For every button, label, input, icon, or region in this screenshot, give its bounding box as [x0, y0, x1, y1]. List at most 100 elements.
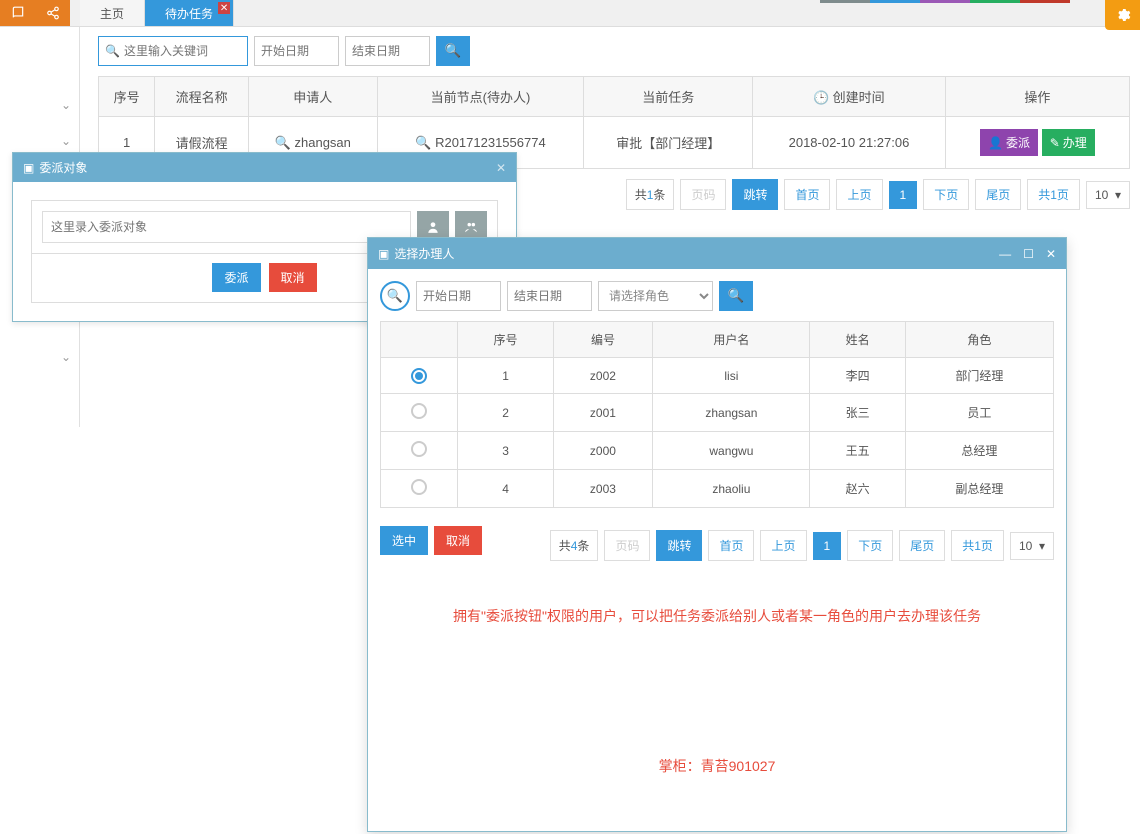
table-row[interactable]: 3z000wangwu王五总经理 [381, 432, 1054, 470]
page-size-select[interactable]: 10 ▾ [1010, 532, 1054, 560]
maximize-button[interactable]: ☐ [1023, 247, 1034, 261]
cell-username-link[interactable]: zhangsan [653, 394, 810, 432]
page-pages: 共1页 [1027, 179, 1080, 210]
table-row[interactable]: 4z003zhaoliu赵六副总经理 [381, 470, 1054, 508]
col-task: 当前任务 [584, 77, 753, 117]
page-pages: 共1页 [951, 530, 1004, 561]
col-created: 🕒创建时间 [753, 77, 946, 117]
select-confirm-button[interactable]: 选中 [380, 526, 428, 555]
search-icon: 🔍 [105, 44, 120, 58]
gear-icon [1115, 7, 1131, 23]
col-name: 流程名称 [155, 77, 249, 117]
delegate-cancel-button[interactable]: 取消 [269, 263, 317, 292]
cell-seq: 1 [458, 358, 553, 394]
cell-name: 张三 [810, 394, 905, 432]
col-role: 角色 [905, 322, 1053, 358]
col-radio [381, 322, 458, 358]
share-button[interactable] [35, 0, 70, 26]
role-select[interactable]: 请选择角色 [598, 281, 713, 311]
search-toggle-button[interactable]: 🔍 [380, 281, 410, 311]
window-icon: ▣ [378, 247, 389, 261]
window-icon: ▣ [23, 161, 34, 175]
page-total: 共1条 [626, 179, 675, 210]
minimize-button[interactable]: — [999, 247, 1011, 261]
clock-icon: 🕒 [813, 90, 829, 105]
delegate-confirm-button[interactable]: 委派 [212, 263, 260, 292]
handler-start-date[interactable] [416, 281, 501, 311]
share-icon [46, 6, 60, 20]
tab-tasks-label: 待办任务 [165, 5, 213, 22]
book-button[interactable] [0, 0, 35, 26]
user-radio[interactable] [411, 479, 427, 495]
col-applicant: 申请人 [248, 77, 377, 117]
user-table: 序号 编号 用户名 姓名 角色 1z002lisi李四部门经理2z001zhan… [380, 321, 1054, 508]
handler-search-row: 🔍 请选择角色 🔍 [380, 281, 1054, 311]
chevron-down-icon: ⌄ [61, 134, 71, 148]
delegate-button[interactable]: 👤委派 [980, 129, 1038, 156]
page-size-select[interactable]: 10 ▾ [1086, 181, 1130, 209]
page-jump[interactable]: 跳转 [732, 179, 778, 210]
cell-username-link[interactable]: wangwu [653, 432, 810, 470]
select-cancel-button[interactable]: 取消 [434, 526, 482, 555]
start-date-input[interactable] [254, 36, 339, 66]
tab-close-button[interactable]: ✕ [218, 2, 230, 14]
user-radio[interactable] [411, 368, 427, 384]
user-radio[interactable] [411, 403, 427, 419]
select-handler-title: 选择办理人 [394, 245, 454, 262]
col-ops: 操作 [945, 77, 1129, 117]
top-color-strip [820, 0, 1070, 3]
handler-end-date[interactable] [507, 281, 592, 311]
page-prev[interactable]: 上页 [836, 179, 882, 210]
page-num-input[interactable]: 页码 [604, 530, 650, 561]
keyword-input[interactable] [124, 44, 241, 58]
delegate-target-input[interactable] [42, 211, 411, 243]
chevron-down-icon: ⌄ [61, 350, 71, 364]
page-current[interactable]: 1 [889, 181, 918, 209]
close-button[interactable]: ✕ [496, 161, 506, 175]
table-row[interactable]: 1z002lisi李四部门经理 [381, 358, 1054, 394]
cell-role: 员工 [905, 394, 1053, 432]
col-code: 编号 [553, 322, 653, 358]
sidebar-item-1[interactable]: ⌄ [0, 87, 79, 123]
cell-username-link[interactable]: lisi [653, 358, 810, 394]
cell-ops: 👤委派 ✎办理 [945, 117, 1129, 169]
user-icon [426, 220, 440, 234]
window-controls: — ☐ ✕ [999, 247, 1056, 261]
page-prev[interactable]: 上页 [760, 530, 806, 561]
page-current[interactable]: 1 [813, 532, 842, 560]
page-first[interactable]: 首页 [784, 179, 830, 210]
cell-role: 副总经理 [905, 470, 1053, 508]
cell-seq: 2 [458, 394, 553, 432]
table-row[interactable]: 2z001zhangsan张三员工 [381, 394, 1054, 432]
handler-search-button[interactable]: 🔍 [719, 281, 753, 311]
top-bar: 主页 待办任务 ✕ [0, 0, 1140, 27]
col-node: 当前节点(待办人) [377, 77, 584, 117]
page-last[interactable]: 尾页 [975, 179, 1021, 210]
tab-tasks[interactable]: 待办任务 ✕ [145, 0, 234, 26]
page-next[interactable]: 下页 [923, 179, 969, 210]
cell-role: 总经理 [905, 432, 1053, 470]
delegate-modal-title: 委派对象 [39, 159, 87, 176]
page-last[interactable]: 尾页 [899, 530, 945, 561]
user-icon: 👤 [988, 136, 1003, 150]
page-jump[interactable]: 跳转 [656, 530, 702, 561]
close-button[interactable]: ✕ [1046, 247, 1056, 261]
sidebar-item-3[interactable]: ⌄ [0, 339, 79, 375]
permission-note: 拥有"委派按钮"权限的用户，可以把任务委派给别人或者某一角色的用户去办理该任务 [380, 606, 1054, 626]
page-num-input[interactable]: 页码 [680, 179, 726, 210]
cell-task: 审批【部门经理】 [584, 117, 753, 169]
page-first[interactable]: 首页 [708, 530, 754, 561]
end-date-input[interactable] [345, 36, 430, 66]
tab-home[interactable]: 主页 [80, 0, 145, 26]
cell-username-link[interactable]: zhaoliu [653, 470, 810, 508]
user-radio[interactable] [411, 441, 427, 457]
edit-icon: ✎ [1050, 136, 1060, 150]
handle-button[interactable]: ✎办理 [1042, 129, 1095, 156]
search-icon: 🔍 [728, 288, 745, 304]
search-icon: 🔍 [387, 288, 403, 304]
settings-gear-button[interactable] [1105, 0, 1140, 30]
cell-name: 王五 [810, 432, 905, 470]
page-next[interactable]: 下页 [847, 530, 893, 561]
search-button[interactable]: 🔍 [436, 36, 470, 66]
cell-code: z003 [553, 470, 653, 508]
